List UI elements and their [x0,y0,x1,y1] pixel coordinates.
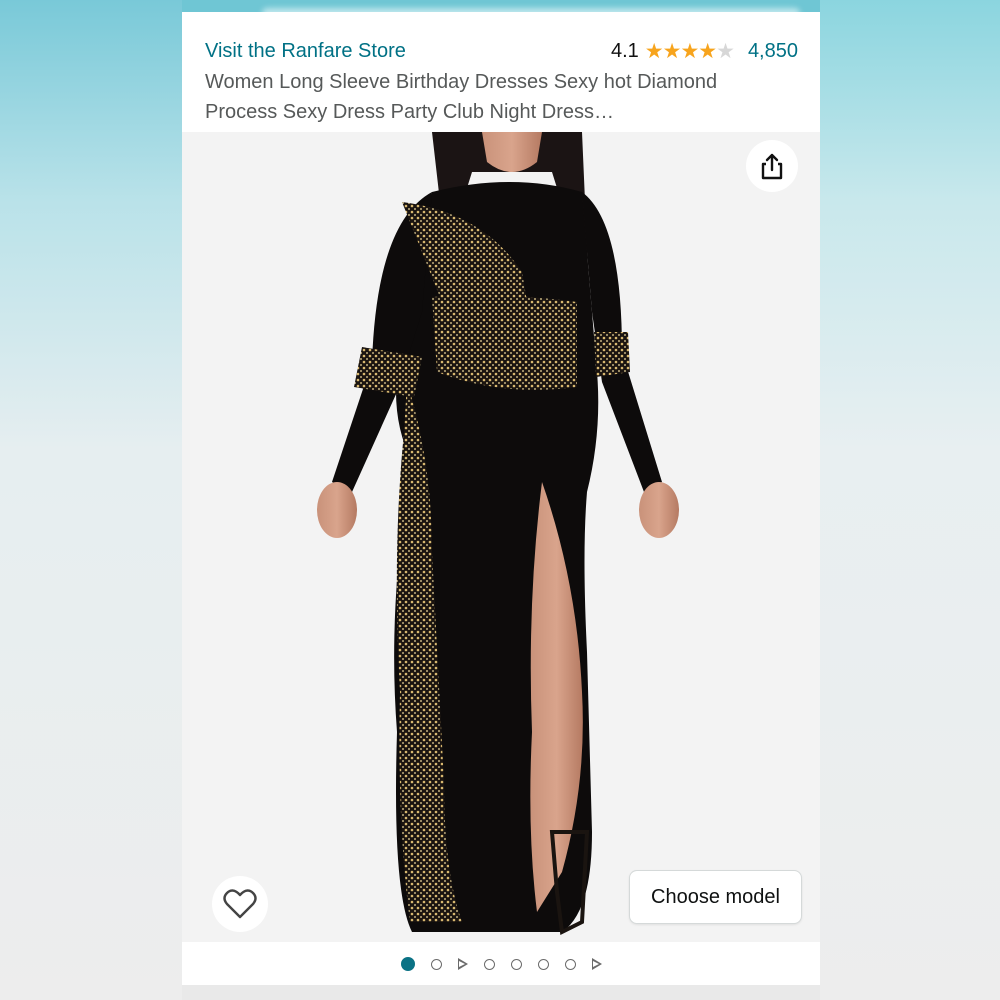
carousel-dot[interactable] [430,958,442,970]
star-icon: ★ [662,40,682,63]
background-right [820,0,1000,1000]
image-carousel-indicator[interactable] [182,952,820,976]
dress-photo [317,132,679,936]
star-icon: ★ [644,40,664,63]
bottom-divider [182,985,820,1000]
carousel-dot-active[interactable] [400,957,415,971]
carousel-dot[interactable] [510,958,522,970]
star-icon: ★ [680,40,699,63]
carousel-dot[interactable] [537,958,549,970]
heart-icon [223,889,257,919]
product-header: Visit the Ranfare Store 4.1 ★ ★ ★ ★ ★ 4,… [182,12,820,132]
star-empty-icon: ★ [716,40,735,63]
product-page: Visit the Ranfare Store 4.1 ★ ★ ★ ★ ★ 4,… [182,0,820,1000]
video-play-icon[interactable] [591,958,602,970]
video-play-icon[interactable] [457,958,468,970]
product-image[interactable]: Choose model [182,132,820,942]
carousel-dot[interactable] [564,958,576,970]
wishlist-button[interactable] [212,876,268,932]
rating-summary[interactable]: 4.1 ★ ★ ★ ★ ★ 4,850 [611,40,798,63]
rating-value: 4.1 [610,40,639,62]
product-title: Women Long Sleeve Birthday Dresses Sexy … [205,71,718,123]
star-icon: ★ [698,40,717,63]
background-left [0,0,182,1000]
carousel-dot[interactable] [483,958,495,970]
top-bar [182,0,820,12]
review-count[interactable]: 4,850 [748,40,798,63]
star-rating: ★ ★ ★ ★ ★ [644,40,735,63]
store-link[interactable]: Visit the Ranfare Store [205,40,406,63]
share-icon [761,153,783,180]
choose-model-button[interactable]: Choose model [629,870,802,924]
share-button[interactable] [746,140,798,192]
